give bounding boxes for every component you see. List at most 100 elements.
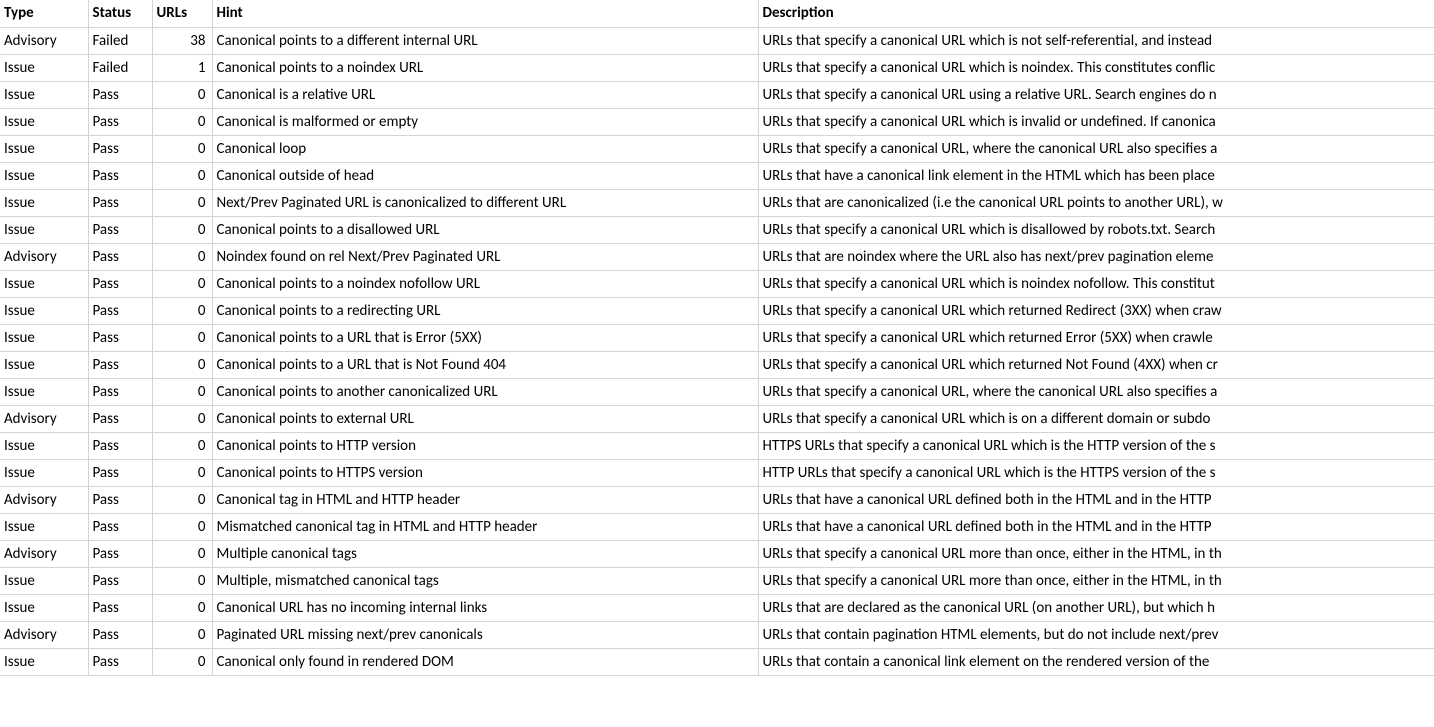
cell-hint[interactable]: Canonical points to a noindex nofollow U…: [212, 270, 758, 297]
cell-hint[interactable]: Canonical points to a noindex URL: [212, 54, 758, 81]
col-header-status[interactable]: Status: [88, 0, 152, 27]
cell-description[interactable]: HTTP URLs that specify a canonical URL w…: [758, 459, 1434, 486]
table-row[interactable]: AdvisoryPass0Canonical tag in HTML and H…: [0, 486, 1434, 513]
cell-type[interactable]: Advisory: [0, 27, 88, 54]
cell-hint[interactable]: Paginated URL missing next/prev canonica…: [212, 621, 758, 648]
cell-hint[interactable]: Next/Prev Paginated URL is canonicalized…: [212, 189, 758, 216]
cell-description[interactable]: URLs that specify a canonical URL which …: [758, 351, 1434, 378]
cell-status[interactable]: Pass: [88, 378, 152, 405]
table-row[interactable]: IssuePass0Canonical points to a URL that…: [0, 324, 1434, 351]
cell-urls[interactable]: 0: [152, 567, 212, 594]
table-row[interactable]: AdvisoryPass0Canonical points to externa…: [0, 405, 1434, 432]
cell-description[interactable]: URLs that are canonicalized (i.e the can…: [758, 189, 1434, 216]
cell-urls[interactable]: 0: [152, 432, 212, 459]
cell-description[interactable]: HTTPS URLs that specify a canonical URL …: [758, 432, 1434, 459]
cell-type[interactable]: Issue: [0, 297, 88, 324]
col-header-urls[interactable]: URLs: [152, 0, 212, 27]
table-row[interactable]: IssuePass0Canonical only found in render…: [0, 648, 1434, 675]
cell-hint[interactable]: Canonical points to external URL: [212, 405, 758, 432]
table-row[interactable]: IssuePass0Canonical URL has no incoming …: [0, 594, 1434, 621]
cell-hint[interactable]: Canonical loop: [212, 135, 758, 162]
cell-status[interactable]: Pass: [88, 108, 152, 135]
cell-hint[interactable]: Canonical points to a different internal…: [212, 27, 758, 54]
cell-hint[interactable]: Canonical points to a URL that is Not Fo…: [212, 351, 758, 378]
cell-urls[interactable]: 0: [152, 459, 212, 486]
cell-status[interactable]: Pass: [88, 567, 152, 594]
cell-urls[interactable]: 0: [152, 216, 212, 243]
cell-type[interactable]: Advisory: [0, 486, 88, 513]
cell-type[interactable]: Issue: [0, 108, 88, 135]
table-row[interactable]: IssuePass0Canonical is a relative URLURL…: [0, 81, 1434, 108]
cell-hint[interactable]: Canonical points to HTTPS version: [212, 459, 758, 486]
cell-description[interactable]: URLs that are noindex where the URL also…: [758, 243, 1434, 270]
cell-type[interactable]: Advisory: [0, 621, 88, 648]
cell-urls[interactable]: 0: [152, 135, 212, 162]
cell-description[interactable]: URLs that specify a canonical URL which …: [758, 108, 1434, 135]
cell-type[interactable]: Issue: [0, 189, 88, 216]
cell-type[interactable]: Issue: [0, 324, 88, 351]
table-row[interactable]: AdvisoryFailed38Canonical points to a di…: [0, 27, 1434, 54]
cell-hint[interactable]: Canonical tag in HTML and HTTP header: [212, 486, 758, 513]
cell-description[interactable]: URLs that specify a canonical URL, where…: [758, 378, 1434, 405]
cell-status[interactable]: Pass: [88, 621, 152, 648]
cell-hint[interactable]: Noindex found on rel Next/Prev Paginated…: [212, 243, 758, 270]
table-row[interactable]: IssueFailed1Canonical points to a noinde…: [0, 54, 1434, 81]
cell-description[interactable]: URLs that specify a canonical URL which …: [758, 216, 1434, 243]
table-row[interactable]: IssuePass0Canonical points to HTTPS vers…: [0, 459, 1434, 486]
cell-status[interactable]: Pass: [88, 540, 152, 567]
cell-hint[interactable]: Canonical is malformed or empty: [212, 108, 758, 135]
cell-type[interactable]: Issue: [0, 648, 88, 675]
col-header-description[interactable]: Description: [758, 0, 1434, 27]
cell-urls[interactable]: 0: [152, 648, 212, 675]
cell-hint[interactable]: Canonical points to HTTP version: [212, 432, 758, 459]
col-header-type[interactable]: Type: [0, 0, 88, 27]
cell-description[interactable]: URLs that specify a canonical URL more t…: [758, 540, 1434, 567]
cell-hint[interactable]: Canonical points to a disallowed URL: [212, 216, 758, 243]
cell-urls[interactable]: 0: [152, 486, 212, 513]
cell-type[interactable]: Issue: [0, 432, 88, 459]
cell-description[interactable]: URLs that have a canonical URL defined b…: [758, 486, 1434, 513]
cell-type[interactable]: Issue: [0, 216, 88, 243]
cell-urls[interactable]: 0: [152, 81, 212, 108]
cell-status[interactable]: Pass: [88, 432, 152, 459]
cell-description[interactable]: URLs that specify a canonical URL which …: [758, 270, 1434, 297]
cell-status[interactable]: Pass: [88, 351, 152, 378]
cell-description[interactable]: URLs that are declared as the canonical …: [758, 594, 1434, 621]
cell-type[interactable]: Issue: [0, 513, 88, 540]
cell-hint[interactable]: Canonical URL has no incoming internal l…: [212, 594, 758, 621]
table-row[interactable]: IssuePass0Canonical points to another ca…: [0, 378, 1434, 405]
cell-status[interactable]: Failed: [88, 54, 152, 81]
cell-urls[interactable]: 1: [152, 54, 212, 81]
cell-type[interactable]: Issue: [0, 162, 88, 189]
cell-type[interactable]: Issue: [0, 54, 88, 81]
table-row[interactable]: IssuePass0Mismatched canonical tag in HT…: [0, 513, 1434, 540]
cell-urls[interactable]: 0: [152, 513, 212, 540]
cell-urls[interactable]: 0: [152, 243, 212, 270]
cell-urls[interactable]: 0: [152, 594, 212, 621]
cell-description[interactable]: URLs that specify a canonical URL using …: [758, 81, 1434, 108]
table-row[interactable]: AdvisoryPass0Noindex found on rel Next/P…: [0, 243, 1434, 270]
cell-status[interactable]: Pass: [88, 189, 152, 216]
cell-status[interactable]: Pass: [88, 297, 152, 324]
cell-urls[interactable]: 0: [152, 189, 212, 216]
cell-description[interactable]: URLs that specify a canonical URL which …: [758, 54, 1434, 81]
cell-type[interactable]: Advisory: [0, 243, 88, 270]
cell-urls[interactable]: 38: [152, 27, 212, 54]
cell-description[interactable]: URLs that have a canonical URL defined b…: [758, 513, 1434, 540]
table-row[interactable]: IssuePass0Canonical is malformed or empt…: [0, 108, 1434, 135]
cell-status[interactable]: Pass: [88, 216, 152, 243]
cell-status[interactable]: Pass: [88, 459, 152, 486]
cell-hint[interactable]: Mismatched canonical tag in HTML and HTT…: [212, 513, 758, 540]
cell-hint[interactable]: Canonical points to a URL that is Error …: [212, 324, 758, 351]
cell-description[interactable]: URLs that specify a canonical URL which …: [758, 405, 1434, 432]
cell-status[interactable]: Pass: [88, 324, 152, 351]
cell-type[interactable]: Advisory: [0, 540, 88, 567]
cell-status[interactable]: Pass: [88, 81, 152, 108]
cell-status[interactable]: Pass: [88, 594, 152, 621]
cell-type[interactable]: Issue: [0, 567, 88, 594]
cell-urls[interactable]: 0: [152, 351, 212, 378]
col-header-hint[interactable]: Hint: [212, 0, 758, 27]
cell-description[interactable]: URLs that specify a canonical URL which …: [758, 297, 1434, 324]
cell-type[interactable]: Advisory: [0, 405, 88, 432]
cell-type[interactable]: Issue: [0, 594, 88, 621]
